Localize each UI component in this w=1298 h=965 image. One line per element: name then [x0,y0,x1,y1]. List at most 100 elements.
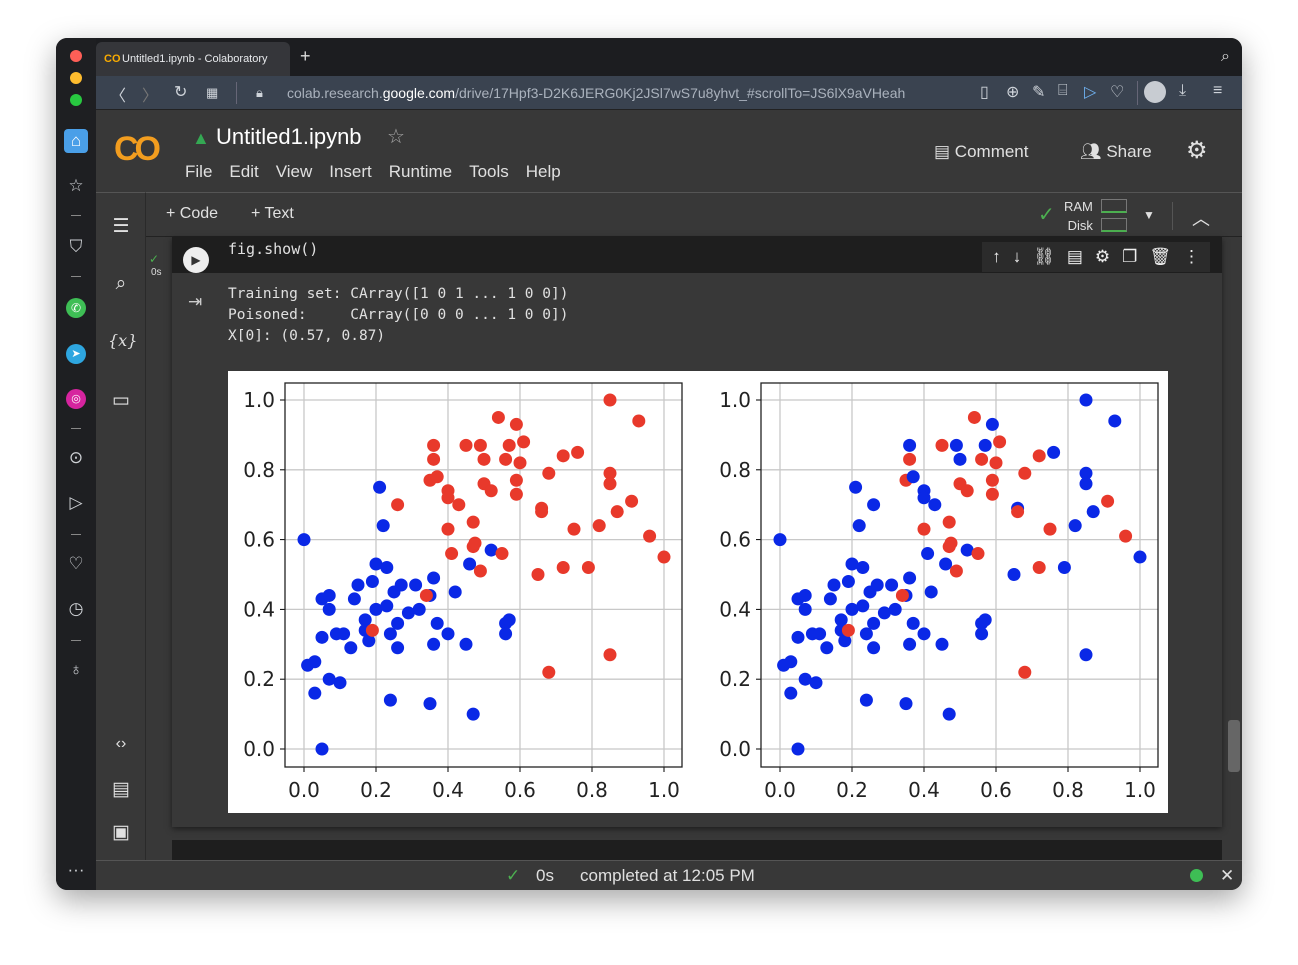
whatsapp-icon[interactable]: ✆ [64,295,88,319]
point-class-1 [535,505,549,519]
x-tick-label: 0.2 [836,778,868,802]
add-code-button[interactable]: + Code [166,205,218,223]
menu-help[interactable]: Help [526,162,561,182]
point-class-1 [542,466,556,480]
terminal-icon[interactable]: ▣ [108,821,134,844]
scrollbar[interactable] [1228,720,1240,772]
link-icon[interactable]: ⛓ [1033,247,1055,267]
point-class-1 [468,536,482,550]
address-bar: 〈 〉 ↻ ▦ 🔒︎ colab.research.google.com/dri… [96,76,1242,110]
variables-icon[interactable]: {x} [108,331,137,350]
camera-icon[interactable]: ⌸ [1058,82,1068,100]
back-icon[interactable]: 〈 [110,82,126,106]
add-text-button[interactable]: + Text [251,205,294,223]
minimize-window-button[interactable] [70,72,82,84]
edit-icon[interactable]: ✎ [1032,82,1045,102]
instagram-icon[interactable]: ◎ [64,385,88,409]
maximize-window-button[interactable] [70,94,82,106]
point-class-1 [603,477,617,491]
player-icon[interactable]: ⊙ [64,446,88,470]
code-snippets-icon[interactable]: ‹› [108,735,134,753]
settings-sliders-icon[interactable]: ≡ [1213,82,1222,100]
status-check-icon: ✓ [506,866,521,885]
settings-gear-icon[interactable]: ⚙ [1186,136,1208,165]
download-icon[interactable]: ⤓ [1179,82,1186,100]
reload-icon[interactable]: ↻ [174,82,187,102]
tabs-grid-icon[interactable]: ▦ [206,85,218,101]
menu-file[interactable]: File [185,162,212,182]
point-class-1 [571,445,585,459]
menu-tools[interactable]: Tools [469,162,509,182]
menu-view[interactable]: View [276,162,313,182]
home-icon[interactable]: ⌂ [64,129,88,153]
zoom-icon[interactable]: ⊕ [1006,82,1019,102]
dropdown-caret-icon[interactable]: ▼ [1143,208,1155,222]
history-icon[interactable]: ◷ [64,597,88,621]
code-editor[interactable]: fig.show() ↑ ↓ ⛓ ▤ ⚙ ❐ 🗑︎ ⋮ [172,237,1222,273]
point-class-0 [809,676,823,690]
point-class-0 [917,627,931,641]
point-class-0 [978,438,992,452]
disk-meter [1101,218,1127,232]
collapse-header-icon[interactable]: ︿ [1192,205,1210,231]
delete-icon[interactable]: 🗑︎ [1149,247,1171,267]
move-down-icon[interactable]: ↓ [1013,247,1022,267]
point-class-0 [978,613,992,627]
point-class-1 [441,491,455,505]
send-icon[interactable]: ▷ [1084,82,1096,102]
x-tick-label: 0.0 [764,778,796,802]
resources-button[interactable]: RAM Disk [1064,197,1093,235]
close-status-icon[interactable]: ✕ [1220,866,1234,886]
point-class-1 [477,452,491,466]
shopping-bag-icon[interactable]: ⛉ [64,235,88,259]
share-button[interactable]: 👥︎ Share [1080,142,1152,162]
code-cell: fig.show() ↑ ↓ ⛓ ▤ ⚙ ❐ 🗑︎ ⋮ ▶ ⇥ Training… [172,237,1222,827]
send-icon[interactable]: ▷ [64,491,88,515]
notebook-title[interactable]: Untitled1.ipynb [216,124,362,150]
comment-icon[interactable]: ▤ [1067,247,1083,267]
divider [71,215,81,216]
cell-toolbar: ↑ ↓ ⛓ ▤ ⚙ ❐ 🗑︎ ⋮ [982,242,1210,272]
point-class-0 [502,613,516,627]
more-icon[interactable]: ··· [64,858,88,882]
point-class-0 [391,641,405,655]
point-class-0 [401,606,415,620]
menu-runtime[interactable]: Runtime [389,162,452,182]
close-window-button[interactable] [70,50,82,62]
output-icon[interactable]: ⇥ [188,292,202,312]
lightbulb-icon[interactable]: ♁ [64,658,88,682]
comment-button[interactable]: ▤ Comment [934,142,1028,162]
search-icon[interactable]: ⌕ [108,273,134,295]
heart-icon[interactable]: ♡ [1110,82,1124,102]
reader-icon[interactable]: ▯ [980,82,989,102]
table-of-contents-icon[interactable]: ☰ [108,215,134,238]
point-class-1 [452,498,466,512]
command-palette-icon[interactable]: ▤ [108,778,134,801]
tab-colab[interactable]: CO Untitled1.ipynb - Colaboratory [96,42,290,76]
more-vert-icon[interactable]: ⋮ [1183,247,1200,267]
new-tab-button[interactable]: + [300,46,311,67]
point-class-1 [625,494,639,508]
point-class-1 [993,435,1007,449]
colab-logo[interactable]: CO [114,130,161,169]
run-cell-button[interactable]: ▶ [183,247,209,273]
point-class-1 [989,456,1003,470]
menu-edit[interactable]: Edit [229,162,258,182]
point-class-1 [917,522,931,536]
forward-icon[interactable]: 〉 [142,82,158,106]
star-icon[interactable]: ☆ [387,124,405,149]
point-class-0 [906,616,920,630]
telegram-icon[interactable]: ➤ [64,340,88,364]
files-folder-icon[interactable]: ▭ [108,389,134,412]
heart-icon[interactable]: ♡ [64,552,88,576]
url-input[interactable]: colab.research.google.com/drive/17Hpf3-D… [287,85,905,101]
search-tabs-icon[interactable]: ⌕ [1221,48,1230,66]
move-up-icon[interactable]: ↑ [992,247,1001,267]
divider [1172,202,1173,230]
menu-insert[interactable]: Insert [329,162,372,182]
star-icon[interactable]: ☆ [64,174,88,198]
profile-avatar[interactable] [1144,81,1166,103]
gear-icon[interactable]: ⚙ [1095,247,1110,267]
mirror-cell-icon[interactable]: ❐ [1122,247,1137,267]
point-class-0 [856,599,870,613]
